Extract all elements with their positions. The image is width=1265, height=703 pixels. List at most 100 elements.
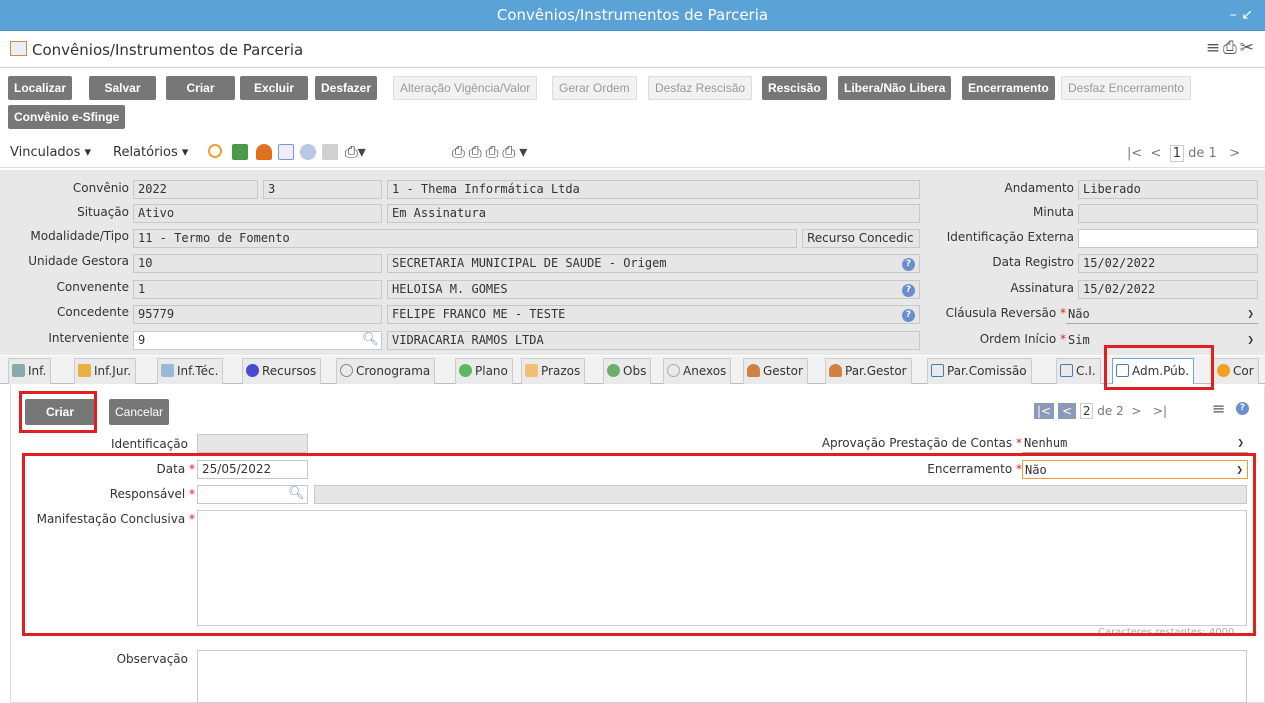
- page-input[interactable]: 1: [1169, 145, 1184, 162]
- convenio-numero-field[interactable]: 3: [263, 180, 382, 199]
- libera-button[interactable]: Libera/Não Libera: [838, 76, 952, 100]
- convenio-nome-field: 1 - Thema Informática Ltda: [387, 180, 920, 199]
- search-icon[interactable]: 🔍︎: [288, 486, 305, 501]
- image-icon[interactable]: [232, 144, 248, 160]
- paperclip-icon: [667, 364, 680, 377]
- situacao-field: Ativo: [133, 204, 382, 223]
- responsavel-label: Responsável *: [109, 487, 195, 501]
- tab-label: Adm.Púb.: [1132, 364, 1190, 378]
- ordem-inicio-value: Sim: [1068, 333, 1090, 347]
- panel-cancelar-button[interactable]: Cancelar: [109, 399, 170, 425]
- tab-inf-tec[interactable]: Inf.Téc.: [157, 358, 224, 384]
- settings-icon[interactable]: [300, 144, 316, 160]
- tab-ci[interactable]: C.I.: [1056, 358, 1101, 384]
- interveniente-codigo-field[interactable]: 9: [133, 331, 382, 350]
- assinatura-label: Assinatura: [1010, 281, 1074, 295]
- chevron-down-icon: ❯: [1247, 333, 1254, 346]
- desfaz-rescisao-button[interactable]: Desfaz Rescisão: [648, 76, 753, 100]
- prev-page-icon[interactable]: <: [1151, 146, 1162, 161]
- clock-icon: [340, 364, 353, 377]
- record-pager: |< < 1 de 1 >: [1127, 145, 1240, 162]
- document-icon[interactable]: [278, 144, 294, 160]
- aprovacao-select[interactable]: Nenhum ❯: [1022, 434, 1248, 453]
- tab-par-gestor[interactable]: Par.Gestor: [825, 358, 912, 384]
- vinculados-menu[interactable]: Vinculados ▾: [10, 145, 91, 160]
- localizar-button[interactable]: Localizar: [8, 76, 73, 100]
- person-icon[interactable]: [256, 144, 272, 160]
- identificacao-field: [197, 434, 308, 453]
- print-options-icon[interactable]: ⎙⎙⎙⎙▾: [452, 142, 531, 162]
- tab-obs[interactable]: Obs: [603, 358, 652, 384]
- unidade-codigo-field[interactable]: 10: [133, 254, 382, 273]
- tab-par-comissao[interactable]: Par.Comissão: [927, 358, 1032, 384]
- first-page-icon[interactable]: |<: [1127, 146, 1142, 161]
- criar-button[interactable]: Criar: [166, 76, 235, 100]
- tab-anexos[interactable]: Anexos: [663, 358, 732, 384]
- help-icon[interactable]: ?: [902, 258, 915, 271]
- first-page-icon[interactable]: |<: [1034, 403, 1055, 419]
- help-icon[interactable]: ?: [902, 309, 915, 322]
- menu-icon[interactable]: ≡: [1212, 399, 1225, 418]
- convenente-nome-field: HELOISA M. GOMES: [387, 280, 920, 299]
- relatorios-menu[interactable]: Relatórios ▾: [113, 145, 188, 160]
- concedente-codigo-field[interactable]: 95779: [133, 305, 382, 324]
- search-icon[interactable]: 🔍︎: [362, 332, 379, 347]
- tab-label: Cronograma: [356, 364, 431, 378]
- excluir-button[interactable]: Excluir: [240, 76, 308, 100]
- last-page-icon[interactable]: >|: [1153, 404, 1167, 418]
- next-page-icon[interactable]: >: [1131, 404, 1141, 418]
- tab-prazos[interactable]: Prazos: [521, 358, 586, 384]
- attachment-icon[interactable]: [322, 144, 338, 160]
- data-label: Data *: [156, 462, 195, 476]
- tab-inf-jur[interactable]: Inf.Jur.: [74, 358, 137, 384]
- desfazer-button[interactable]: Desfazer: [315, 76, 378, 100]
- responsavel-nome-field: [314, 485, 1247, 504]
- data-field[interactable]: 25/05/2022: [197, 460, 308, 479]
- rescisao-button[interactable]: Rescisão: [762, 76, 827, 100]
- convenio-form: Convênio Situação Modalidade/Tipo Unidad…: [0, 170, 1265, 355]
- help-icon[interactable]: ?: [1236, 402, 1249, 415]
- ordem-inicio-select[interactable]: Sim ❯: [1066, 331, 1258, 350]
- window-controls[interactable]: – ↙: [1230, 0, 1253, 31]
- desfaz-encerramento-button[interactable]: Desfaz Encerramento: [1061, 76, 1192, 100]
- panel-page-input[interactable]: 2: [1079, 403, 1094, 419]
- info-icon: [12, 364, 25, 377]
- print-dropdown-icon[interactable]: ⎙▾: [345, 142, 366, 162]
- tab-cor[interactable]: Cor: [1213, 358, 1259, 384]
- gerar-ordem-button[interactable]: Gerar Ordem: [552, 76, 637, 100]
- observacao-label: Observação: [116, 652, 188, 666]
- tab-plano[interactable]: Plano: [455, 358, 513, 384]
- tools-icon[interactable]: ✂: [1240, 38, 1257, 58]
- header-tools[interactable]: ≡⎙✂: [1206, 38, 1257, 58]
- search-icon[interactable]: [208, 144, 222, 158]
- panel-criar-button[interactable]: Criar: [25, 399, 95, 425]
- window-title-bar: Convênios/Instrumentos de Parceria – ↙: [0, 0, 1265, 31]
- tab-label: Recursos: [262, 364, 317, 378]
- alteracao-vigencia-button[interactable]: Alteração Vigência/Valor: [393, 76, 538, 100]
- tab-adm-pub[interactable]: Adm.Púb.: [1112, 358, 1195, 384]
- identificacao-externa-field[interactable]: [1078, 229, 1258, 248]
- coin-icon: [246, 364, 259, 377]
- print-icon[interactable]: ⎙: [1223, 38, 1240, 58]
- prev-page-icon[interactable]: <: [1057, 403, 1076, 419]
- convenio-esfinge-button[interactable]: Convênio e-Sfinge: [8, 105, 126, 129]
- next-page-icon[interactable]: >: [1229, 146, 1240, 161]
- tab-inf[interactable]: Inf.: [8, 358, 52, 384]
- tab-gestor[interactable]: Gestor: [743, 358, 808, 384]
- encerramento-button[interactable]: Encerramento: [962, 76, 1055, 100]
- encerramento-select[interactable]: Não ❯: [1022, 460, 1248, 479]
- tab-recursos[interactable]: Recursos: [242, 358, 322, 384]
- modalidade-field[interactable]: 11 - Termo de Fomento: [133, 229, 797, 248]
- tab-cronograma[interactable]: Cronograma: [336, 358, 436, 384]
- recurso-concedido-field[interactable]: Recurso Concedic: [802, 229, 920, 248]
- menu-icon[interactable]: ≡: [1206, 38, 1223, 58]
- convenio-ano-field[interactable]: 2022: [133, 180, 258, 199]
- clausula-reversao-select[interactable]: Não ❯: [1066, 305, 1258, 324]
- convenente-codigo-field[interactable]: 1: [133, 280, 382, 299]
- manifestacao-textarea[interactable]: [197, 510, 1247, 626]
- user-icon: [747, 364, 760, 377]
- salvar-button[interactable]: Salvar: [89, 76, 156, 100]
- help-icon[interactable]: ?: [902, 284, 915, 297]
- situacao-descricao-field: Em Assinatura: [387, 204, 920, 223]
- observacao-textarea[interactable]: [197, 650, 1247, 703]
